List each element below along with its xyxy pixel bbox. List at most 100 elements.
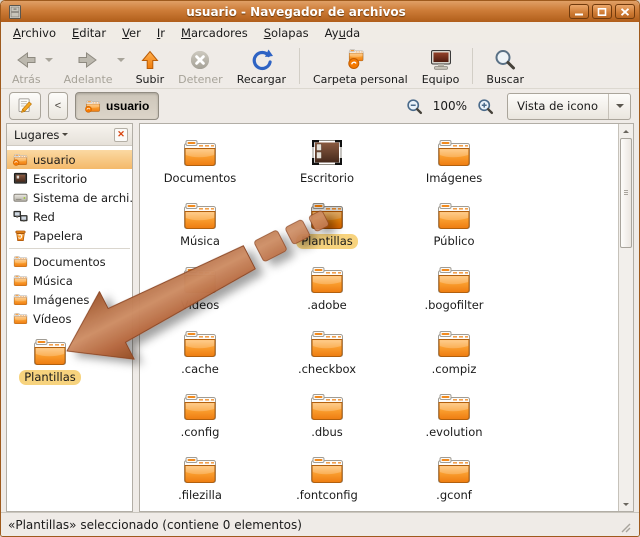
file-item-dot-dbus[interactable]: .dbus — [267, 391, 387, 440]
menu-item-archivo[interactable]: Archivo — [5, 24, 64, 42]
toolbar-dropdown-chevron[interactable] — [116, 44, 127, 76]
menu-item-ver[interactable]: Ver — [114, 24, 149, 42]
resize-grip[interactable] — [619, 521, 632, 534]
menu-item-ayuda[interactable]: Ayuda — [317, 24, 369, 42]
view-mode-select[interactable]: Vista de icono — [507, 93, 631, 120]
folder — [436, 264, 472, 296]
file-item-dot-adobe[interactable]: .adobe — [267, 264, 387, 313]
folder — [309, 508, 345, 511]
file-item-imágenes[interactable]: Imágenes — [394, 137, 514, 186]
trash-icon — [13, 228, 28, 243]
file-item-dot-filezilla[interactable]: .filezilla — [140, 454, 260, 503]
menu-item-solapas[interactable]: Solapas — [256, 24, 317, 42]
path-scroll-left-button[interactable]: < — [48, 92, 68, 120]
scrollbar-thumb[interactable] — [620, 138, 632, 248]
sidebar-drop-item-plantillas[interactable]: Plantillas — [19, 336, 81, 385]
folder-icon — [13, 311, 28, 326]
network-icon — [13, 209, 28, 224]
file-view: DocumentosEscritorioImágenes MúsicaPlanti… — [139, 123, 634, 512]
folder-icon — [13, 254, 28, 269]
menu-item-editar[interactable]: Editar — [64, 24, 114, 42]
toolbar-button-subir[interactable]: Subir — [129, 44, 172, 88]
folder — [182, 264, 218, 296]
file-item-música[interactable]: Música — [140, 200, 260, 249]
desktop-icon — [13, 171, 28, 186]
stop-icon — [188, 48, 212, 72]
up-icon — [138, 48, 162, 72]
folder-icon — [13, 273, 28, 288]
file-item-dot-config[interactable]: .config — [140, 391, 260, 440]
toolbar-button-recargar[interactable]: Recargar — [230, 44, 293, 88]
sidebar-item-música[interactable]: Música — [7, 271, 132, 290]
maximize-button[interactable] — [592, 4, 612, 19]
status-text: «Plantillas» seleccionado (contiene 0 el… — [8, 518, 302, 532]
folder — [182, 328, 218, 360]
file-item-dot-fontconfig[interactable]: .fontconfig — [267, 454, 387, 503]
toolbar-dropdown-chevron[interactable] — [44, 44, 55, 76]
sidebar-item-escritorio[interactable]: Escritorio — [7, 169, 132, 188]
sidebar-item-documentos[interactable]: Documentos — [7, 252, 132, 271]
folder — [182, 137, 218, 169]
sidebar-item-red[interactable]: Red — [7, 207, 132, 226]
back-icon — [14, 48, 38, 72]
scroll-down-button[interactable] — [619, 497, 633, 511]
toolbar-button-atrás[interactable]: Atrás — [5, 44, 48, 88]
file-item-público[interactable]: Público — [394, 200, 514, 249]
folder — [309, 200, 345, 232]
file-item-partial[interactable] — [140, 508, 260, 511]
file-item-vídeos[interactable]: Vídeos — [140, 264, 260, 313]
file-item-escritorio[interactable]: Escritorio — [267, 137, 387, 186]
file-item-partial[interactable] — [394, 508, 514, 511]
file-item-dot-bogofilter[interactable]: .bogofilter — [394, 264, 514, 313]
forward-icon — [76, 48, 100, 72]
location-bar: < usuario 100% Vista de icono — [1, 89, 639, 123]
sidebar-item-imágenes[interactable]: Imágenes — [7, 290, 132, 309]
menu-item-marcadores[interactable]: Marcadores — [173, 24, 256, 42]
file-item-dot-gconf[interactable]: .gconf — [394, 454, 514, 503]
toolbar-separator — [299, 48, 300, 84]
menu-item-ir[interactable]: Ir — [149, 24, 173, 42]
file-item-documentos[interactable]: Documentos — [140, 137, 260, 186]
edit-location-icon — [16, 95, 34, 117]
sidebar-header[interactable]: Lugares ✕ — [7, 124, 132, 146]
sidebar-item-usuario[interactable]: usuario — [7, 150, 132, 169]
desktop-thumb — [309, 137, 345, 169]
file-item-partial[interactable] — [267, 508, 387, 511]
vertical-scrollbar[interactable] — [618, 124, 633, 511]
folder — [309, 454, 345, 486]
sidebar-close-button[interactable]: ✕ — [114, 128, 128, 142]
folder — [436, 391, 472, 423]
toolbar-button-equipo[interactable]: Equipo — [415, 44, 467, 88]
toolbar-button-carpeta-personal[interactable]: Carpeta personal — [306, 44, 415, 88]
edit-location-button[interactable] — [9, 92, 41, 120]
zoom-in-icon[interactable] — [477, 98, 494, 115]
file-item-dot-evolution[interactable]: .evolution — [394, 391, 514, 440]
file-item-dot-checkbox[interactable]: .checkbox — [267, 328, 387, 377]
folder — [436, 137, 472, 169]
file-item-dot-compiz[interactable]: .compiz — [394, 328, 514, 377]
minimize-button[interactable] — [569, 4, 589, 19]
sidebar-item-papelera[interactable]: Papelera — [7, 226, 132, 245]
sidebar-item-vídeos[interactable]: Vídeos — [7, 309, 132, 328]
folder-icon — [32, 336, 68, 368]
toolbar-button-buscar[interactable]: Buscar — [479, 44, 531, 88]
folder — [309, 328, 345, 360]
search-icon — [493, 48, 517, 72]
home-folder-icon — [85, 99, 101, 113]
folder — [436, 200, 472, 232]
zoom-out-icon[interactable] — [406, 98, 423, 115]
file-item-dot-cache[interactable]: .cache — [140, 328, 260, 377]
toolbar-button-detener[interactable]: Detener — [171, 44, 230, 88]
statusbar: «Plantillas» seleccionado (contiene 0 el… — [1, 512, 639, 536]
folder — [309, 391, 345, 423]
scroll-up-button[interactable] — [619, 124, 633, 138]
close-button[interactable] — [615, 4, 635, 19]
file-item-plantillas[interactable]: Plantillas — [267, 200, 387, 249]
toolbar-button-adelante[interactable]: Adelante — [57, 44, 120, 88]
path-button-usuario[interactable]: usuario — [75, 92, 159, 120]
titlebar[interactable]: usuario - Navegador de archivos — [1, 1, 639, 22]
reload-icon — [249, 48, 273, 72]
filesystem-icon — [13, 190, 28, 205]
file-manager-window: usuario - Navegador de archivos ArchivoE… — [0, 0, 640, 537]
sidebar-item-sistema-de-archi-[interactable]: Sistema de archi... — [7, 188, 132, 207]
